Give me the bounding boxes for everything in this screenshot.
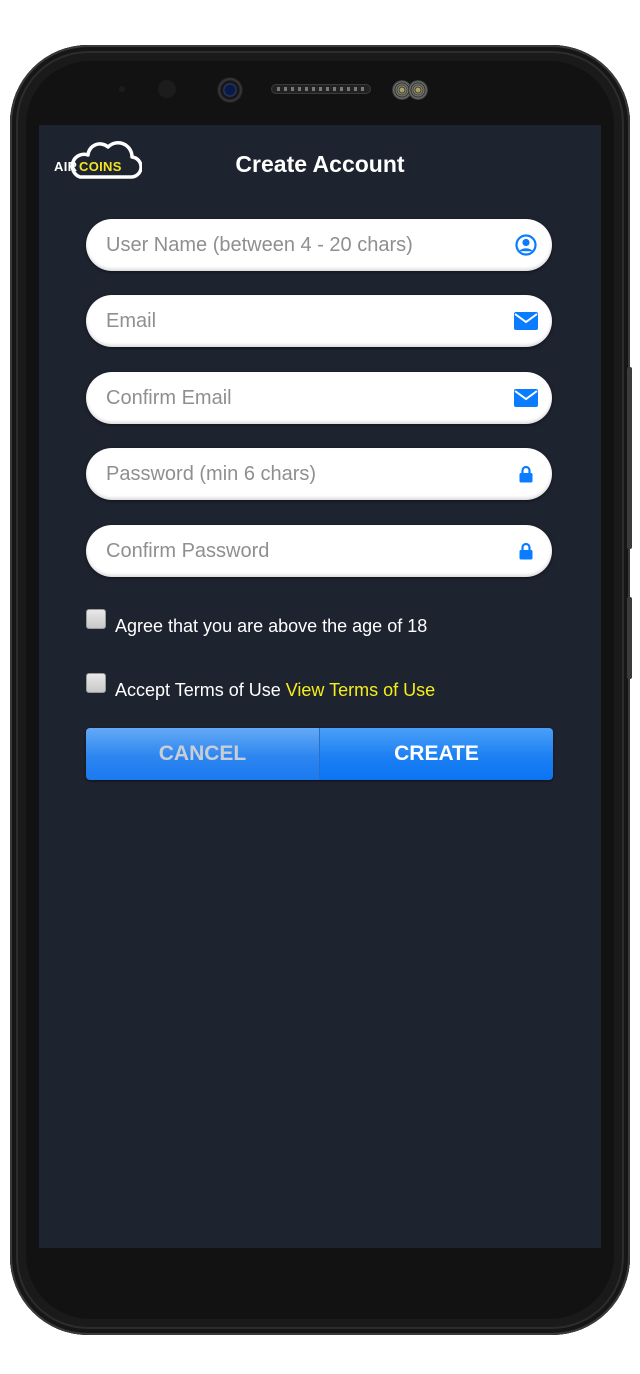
password-field[interactable]	[86, 448, 552, 500]
proximity-sensor	[119, 86, 125, 92]
lock-icon	[514, 540, 538, 562]
envelope-icon	[514, 310, 538, 332]
app-screen: AIR COINS Create Account User Name (betw…	[39, 125, 601, 1248]
username-input[interactable]	[106, 219, 506, 271]
volume-button	[627, 367, 632, 549]
age-agreement-checkbox[interactable]	[86, 609, 106, 629]
power-button	[627, 597, 632, 679]
action-buttons: CANCEL CREATE	[86, 728, 553, 780]
terms-row: Accept Terms of Use View Terms of Use	[86, 673, 435, 705]
envelope-icon	[514, 387, 538, 409]
confirm-email-input[interactable]	[106, 372, 506, 424]
email-input[interactable]	[106, 295, 506, 347]
username-field[interactable]	[86, 219, 552, 271]
email-field[interactable]	[86, 295, 552, 347]
create-button[interactable]: CREATE	[320, 728, 553, 780]
age-agreement-row: Agree that you are above the age of 18	[86, 609, 428, 641]
age-agreement-label: Agree that you are above the age of 18	[115, 616, 428, 636]
page-title: Create Account	[235, 151, 405, 177]
confirm-password-input[interactable]	[106, 525, 506, 577]
confirm-password-field[interactable]	[86, 525, 552, 577]
terms-label: Accept Terms of Use	[115, 680, 281, 700]
confirm-email-field[interactable]	[86, 372, 552, 424]
terms-checkbox[interactable]	[86, 673, 106, 693]
light-sensor	[158, 80, 176, 98]
earpiece-speaker	[271, 84, 371, 94]
password-input[interactable]	[106, 448, 506, 500]
lock-icon	[514, 463, 538, 485]
view-terms-link[interactable]: View Terms of Use	[286, 679, 435, 701]
front-flash-2	[408, 80, 428, 100]
cancel-button[interactable]: CANCEL	[86, 728, 320, 780]
user-circle-icon	[514, 234, 538, 256]
front-camera	[217, 77, 243, 103]
